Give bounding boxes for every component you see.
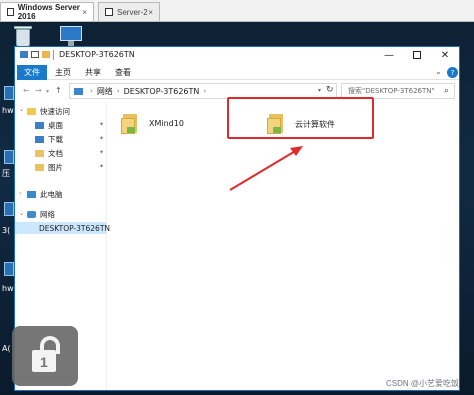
sidebar-item-label: 网络 xyxy=(40,209,55,219)
maximize-button[interactable] xyxy=(403,47,431,63)
sidebar-item-downloads[interactable]: 下载 xyxy=(35,133,63,145)
vm-icon xyxy=(7,8,14,16)
expanded-chevron-icon[interactable]: ⌄ xyxy=(19,210,24,217)
breadcrumb-desktop[interactable]: DESKTOP-3T626TN xyxy=(124,87,200,96)
sidebar-item-label: 快速访问 xyxy=(40,106,70,116)
window-title: DESKTOP-3T626TN xyxy=(59,50,135,59)
desktop-app-icon[interactable] xyxy=(4,202,14,216)
sidebar-item-label: DESKTOP-3T626TN xyxy=(39,223,111,233)
sidebar-item-quick-access[interactable]: 快速访问 xyxy=(27,105,70,117)
close-icon[interactable]: × xyxy=(82,8,87,17)
expand-ribbon-icon[interactable]: ⌄ xyxy=(435,67,442,76)
picture-icon xyxy=(35,163,44,171)
ribbon-tabs: 文件 主页 共享 查看 ⌄ ? xyxy=(15,65,459,80)
network-icon xyxy=(27,210,36,218)
search-placeholder: 搜索"DESKTOP-3T626TN" xyxy=(348,87,435,95)
pin-icon: ✦ xyxy=(99,121,105,128)
desktop-app-icon[interactable] xyxy=(4,262,14,276)
desktop-icon-label: 压 xyxy=(2,169,10,178)
shared-folder-icon xyxy=(121,112,139,134)
explorer-icon xyxy=(20,51,28,58)
vm-tab-windows-server[interactable]: Windows Server 2016 × xyxy=(0,2,94,21)
recent-locations-icon[interactable]: ▾ xyxy=(46,88,49,95)
vm-tab-strip: Windows Server 2016 × Server-2 × xyxy=(0,0,474,22)
annotation-highlight-box xyxy=(227,97,374,139)
new-folder-icon[interactable] xyxy=(42,51,50,58)
watermark: CSDN @小艺爱吃饭 xyxy=(386,379,460,388)
desktop-icon-label: 3( xyxy=(2,226,11,235)
vm-tab-server-2[interactable]: Server-2 × xyxy=(98,2,160,21)
maximize-icon xyxy=(413,51,421,59)
sidebar-item-label: 桌面 xyxy=(48,120,63,130)
recycle-bin-icon[interactable] xyxy=(10,26,36,48)
address-dropdown-icon[interactable]: ▾ xyxy=(318,87,321,94)
breadcrumb-separator[interactable]: › xyxy=(90,87,93,95)
minimize-button[interactable]: — xyxy=(375,47,403,63)
sidebar-item-label: 图片 xyxy=(48,162,63,172)
help-icon[interactable]: ? xyxy=(447,67,458,78)
network-icon xyxy=(74,87,83,95)
document-icon xyxy=(35,149,44,157)
divider xyxy=(53,50,54,60)
sidebar-item-desktop[interactable]: 桌面 xyxy=(35,119,63,131)
file-name: XMind10 xyxy=(149,119,184,128)
close-button[interactable]: ✕ xyxy=(431,47,459,63)
sidebar-item-label: 文档 xyxy=(48,148,63,158)
pin-icon: ✦ xyxy=(99,149,105,156)
pin-icon: ✦ xyxy=(99,163,105,170)
breadcrumb-separator[interactable]: › xyxy=(203,87,206,95)
sidebar-item-label: 此电脑 xyxy=(40,189,63,199)
list-item-xmind10[interactable]: XMind10 xyxy=(121,112,211,136)
desktop-icon-label: A( xyxy=(2,344,11,353)
lock-badge[interactable]: 1 xyxy=(12,326,78,386)
tab-view[interactable]: 查看 xyxy=(109,65,137,80)
sidebar-item-this-pc[interactable]: 此电脑 xyxy=(27,188,63,200)
file-list: XMind10 云计算软件 xyxy=(107,102,459,390)
lock-number: 1 xyxy=(40,354,48,370)
breadcrumb-separator[interactable]: › xyxy=(117,87,120,95)
forward-button[interactable]: → xyxy=(35,86,42,95)
sidebar-item-desktop-3t626tn[interactable]: DESKTOP-3T626TN xyxy=(15,222,110,234)
title-bar[interactable]: DESKTOP-3T626TN — ✕ xyxy=(15,47,459,63)
properties-icon[interactable] xyxy=(31,51,39,58)
sidebar-item-documents[interactable]: 文档 xyxy=(35,147,63,159)
refresh-icon[interactable]: ↻ xyxy=(326,85,334,95)
desktop-icon xyxy=(35,121,44,129)
sidebar-item-network[interactable]: 网络 xyxy=(27,208,55,220)
expand-chevron-icon[interactable]: › xyxy=(19,190,21,197)
tab-share[interactable]: 共享 xyxy=(79,65,107,80)
tab-home[interactable]: 主页 xyxy=(49,65,77,80)
pin-icon: ✦ xyxy=(99,135,105,142)
breadcrumb-network[interactable]: 网络 xyxy=(97,86,113,97)
star-icon xyxy=(27,107,36,115)
search-icon[interactable]: ⌕ xyxy=(444,86,449,96)
tab-file[interactable]: 文件 xyxy=(17,65,47,80)
back-button[interactable]: ← xyxy=(23,86,30,95)
up-button[interactable]: ↑ xyxy=(55,86,62,95)
vm-icon xyxy=(105,8,113,16)
sidebar-item-label: 下载 xyxy=(48,134,63,144)
sidebar-item-pictures[interactable]: 图片 xyxy=(35,161,63,173)
desktop-app-icon[interactable] xyxy=(4,86,14,100)
download-icon xyxy=(35,135,44,143)
vm-tab-label: Server-2 xyxy=(117,7,148,17)
close-icon[interactable]: × xyxy=(148,8,153,17)
desktop-app-icon[interactable] xyxy=(4,150,14,164)
computer-icon xyxy=(27,190,36,198)
expanded-chevron-icon[interactable]: ⌄ xyxy=(19,106,24,113)
vm-tab-label: Windows Server 2016 xyxy=(17,3,80,21)
